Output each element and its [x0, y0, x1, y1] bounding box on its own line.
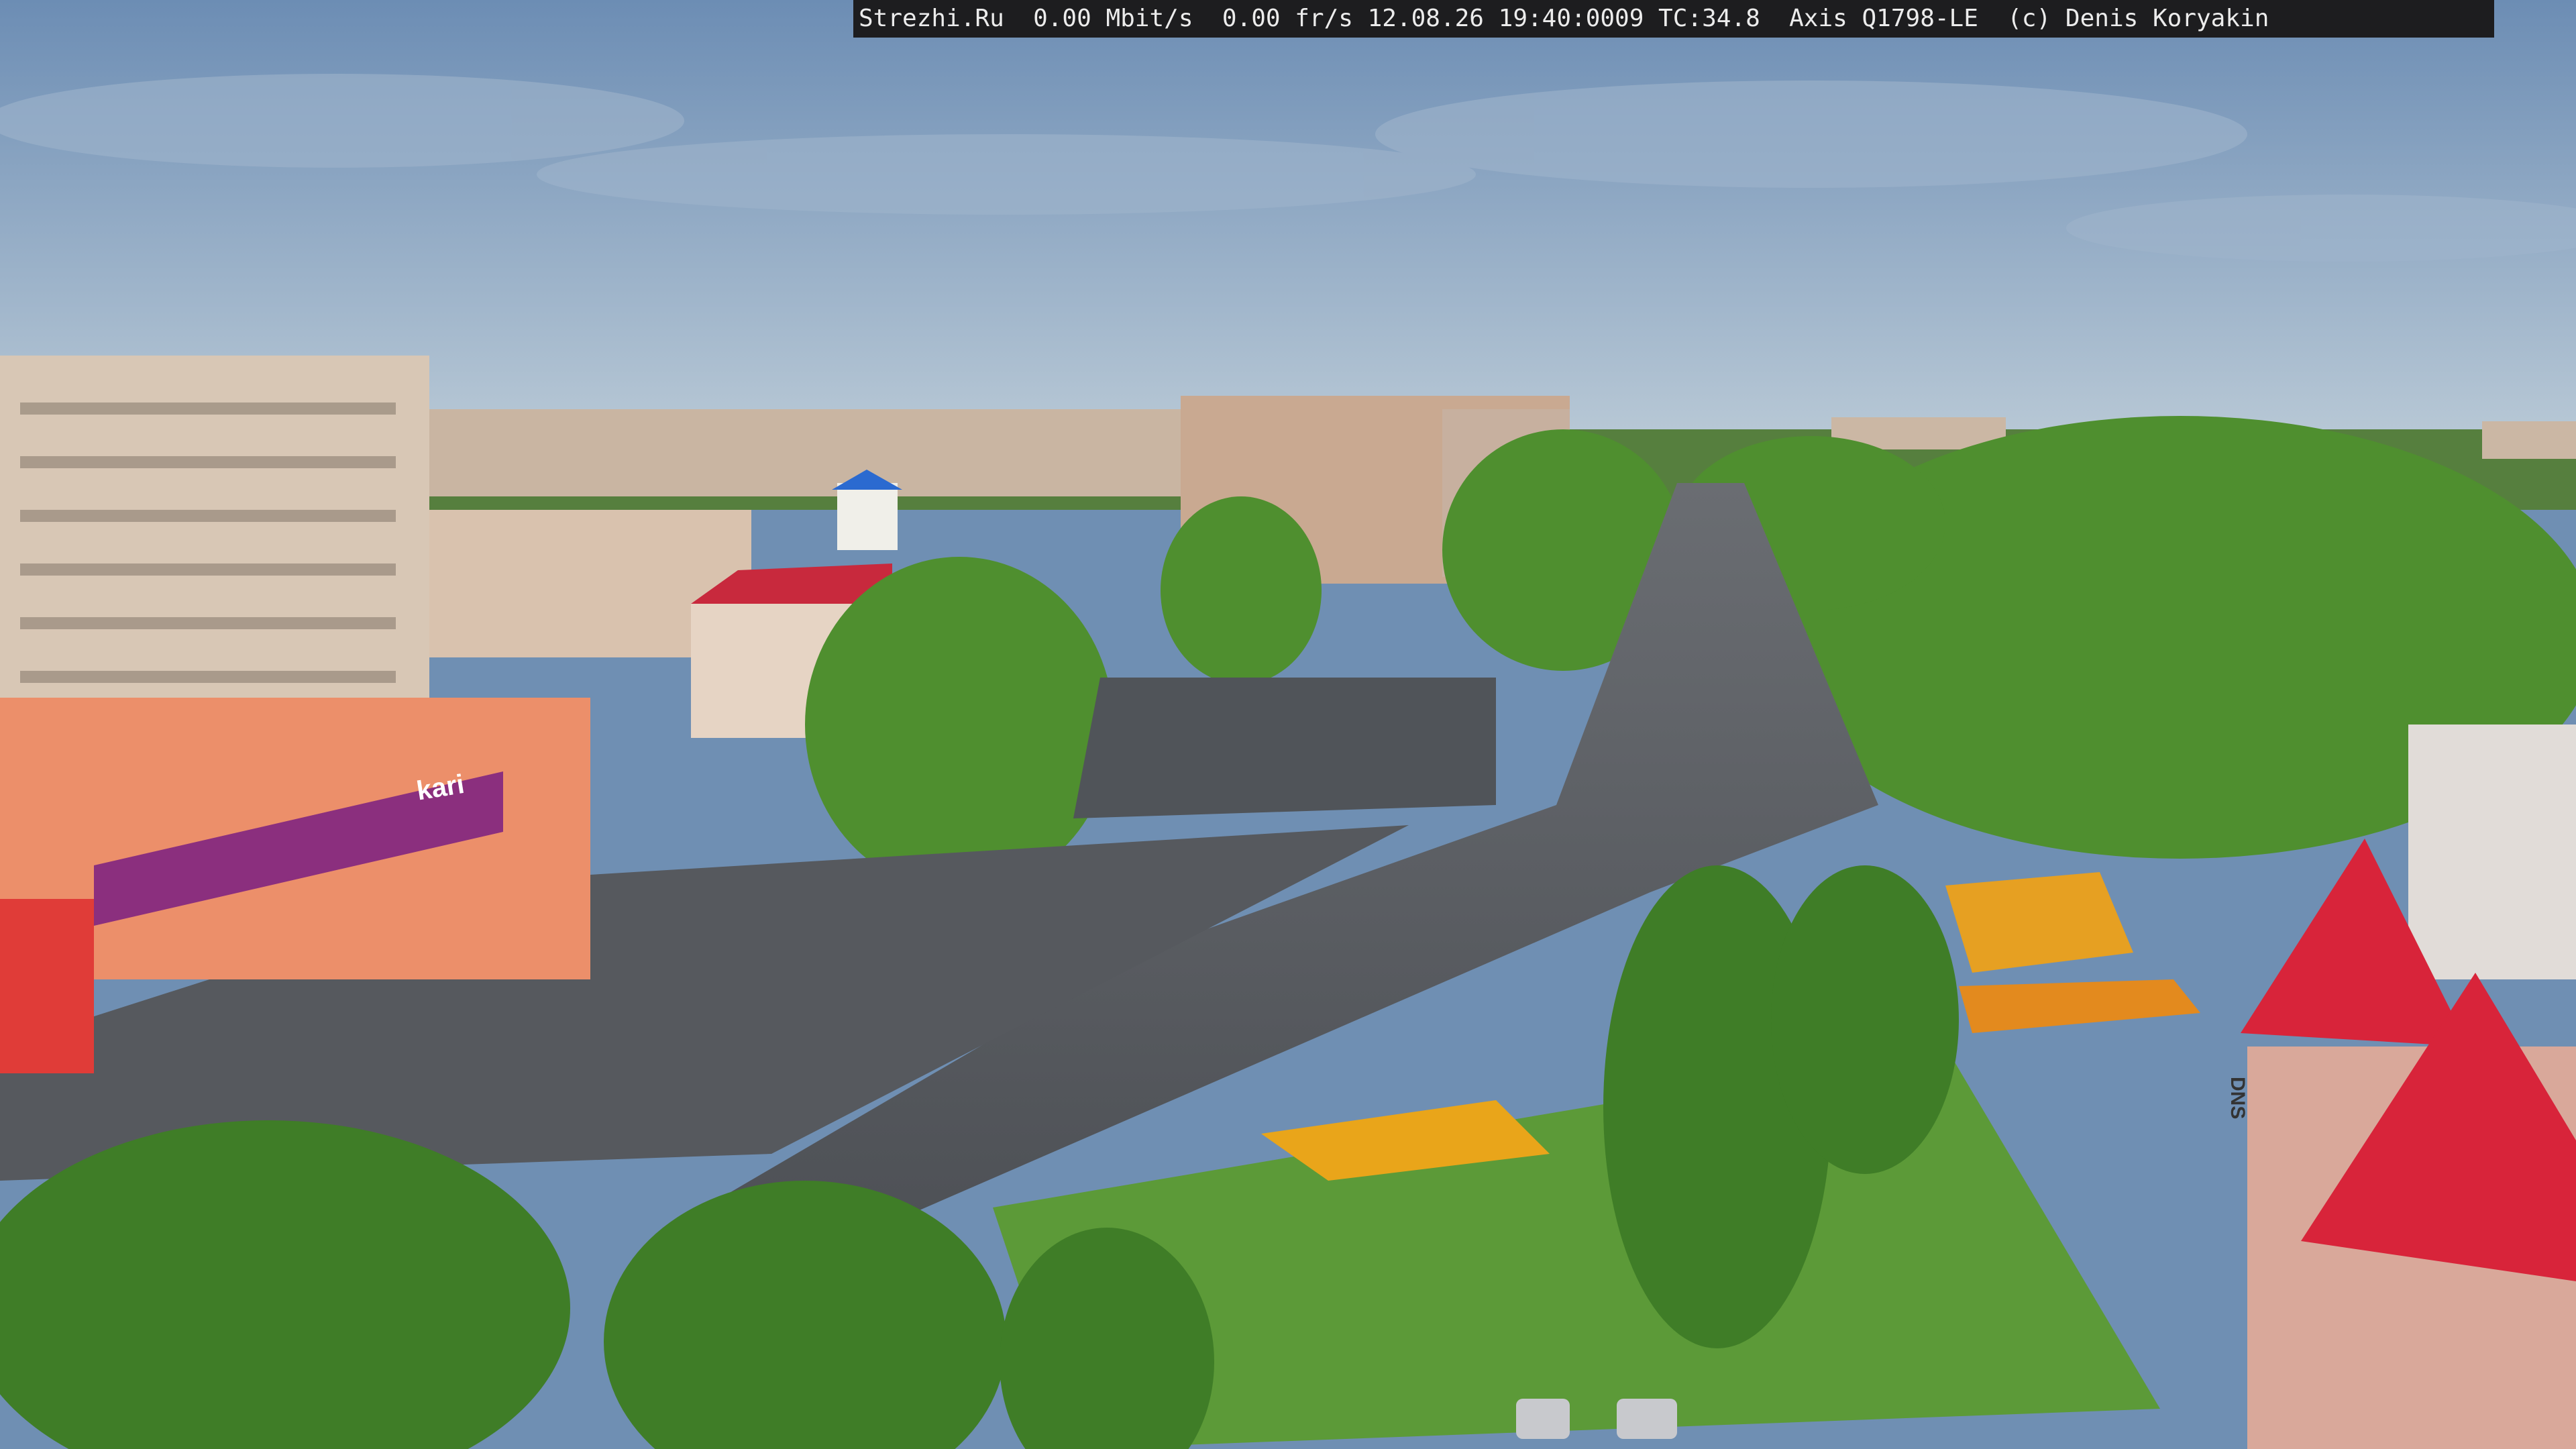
city-webcam-scene — [0, 0, 2576, 1449]
camera-info-overlay: Strezhi.Ru 0.00 Mbit/s 0.00 fr/s 12.08.2… — [853, 0, 2494, 38]
parking-lot-plaza — [1073, 678, 1496, 818]
blue-roof-tower — [837, 483, 898, 550]
dns-store-sign: DNS — [2226, 1077, 2249, 1120]
